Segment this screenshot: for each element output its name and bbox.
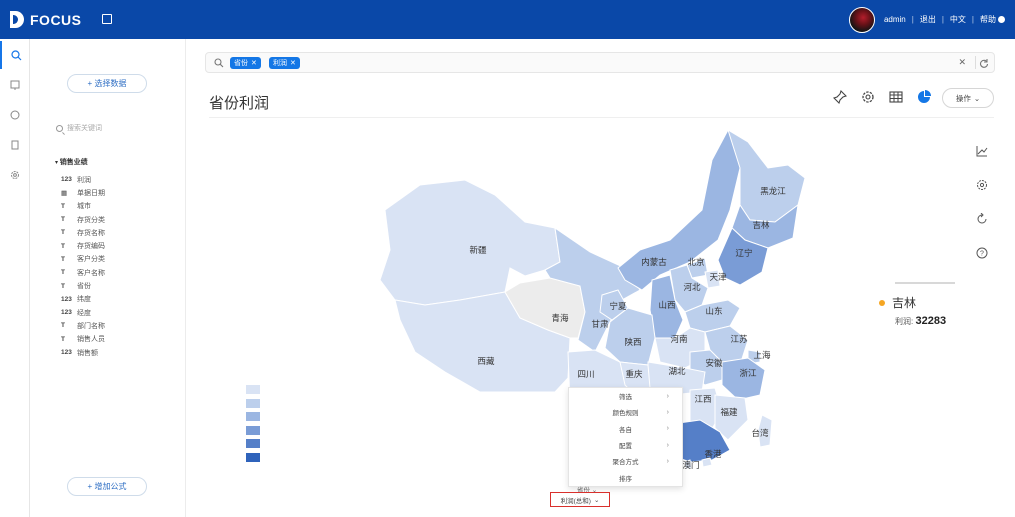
menu-item-color-rule[interactable]: 颜色规则 ›	[569, 404, 682, 420]
legend-swatch[interactable]	[246, 439, 260, 448]
chevron-down-icon: ⌄	[593, 496, 600, 504]
legend-swatch[interactable]	[246, 425, 260, 435]
measure-label: 利润(总和)	[560, 497, 591, 505]
china-map: 新疆西藏 青海甘肃 内蒙古 黑龙江吉林辽宁北京天津河北山西 宁夏陕西 山东河南 江苏安徽 上海…	[379, 128, 806, 470]
region-label: 湖北	[668, 366, 686, 376]
legend-swatch[interactable]	[246, 412, 260, 421]
menu-item-each[interactable]: 各自 ›	[569, 421, 682, 437]
region-label: 江西	[694, 394, 711, 404]
series-dot-icon	[879, 299, 885, 306]
tooltip-title: 吉林	[879, 294, 949, 311]
menu-item-aggregation[interactable]: 聚合方式 ›	[569, 453, 682, 469]
region-label: 内蒙古	[641, 257, 667, 267]
legend-swatch[interactable]	[246, 385, 260, 394]
menu-item-label: 配置	[619, 443, 632, 451]
region-label: 陕西	[624, 337, 641, 347]
region-label: 辽宁	[735, 248, 752, 258]
context-menu: 筛选 › 颜色规则 › 各自 › 配置 › 聚合方式 › 排序	[568, 387, 683, 487]
region-label: 福建	[720, 407, 738, 417]
region-label: 四川	[577, 369, 594, 379]
menu-item-label: 排序	[619, 475, 632, 483]
region-label: 香港	[704, 449, 722, 459]
region-label: 黑龙江	[760, 186, 786, 196]
region-label: 安徽	[705, 358, 723, 368]
menu-item-label: 聚合方式	[612, 459, 639, 467]
menu-item-config[interactable]: 配置 ›	[569, 437, 682, 453]
region-label: 山东	[705, 306, 722, 316]
region-label: 西藏	[477, 356, 495, 366]
region-label: 天津	[709, 272, 727, 282]
region-label: 河北	[683, 282, 701, 292]
region-label: 宁夏	[609, 301, 627, 311]
chevron-right-icon: ›	[666, 425, 669, 433]
region-label: 新疆	[469, 245, 487, 255]
menu-item-label: 各自	[619, 426, 632, 434]
region-label: 澳门	[682, 460, 699, 470]
chevron-right-icon: ›	[666, 408, 669, 416]
chevron-right-icon: ›	[666, 392, 669, 400]
region-label: 青海	[551, 313, 569, 323]
chevron-right-icon: ›	[666, 457, 669, 465]
region-label: 浙江	[739, 368, 757, 378]
region-label: 河南	[670, 334, 687, 344]
region-label: 江苏	[730, 334, 748, 344]
chevron-right-icon: ›	[666, 441, 669, 449]
tooltip-value: 32283	[915, 315, 947, 327]
measure-selector[interactable]: 利润(总和) ⌄	[550, 492, 610, 507]
region-label: 北京	[687, 257, 704, 267]
legend-swatch[interactable]	[246, 398, 260, 408]
region-label: 上海	[753, 350, 771, 360]
region-label: 台湾	[751, 428, 769, 438]
map-tooltip: 吉林 利润: 32283	[879, 282, 955, 327]
region-浙江[interactable]	[721, 357, 766, 401]
tooltip-label: 利润:	[895, 317, 914, 326]
menu-item-label: 筛选	[619, 394, 632, 402]
region-label: 甘肃	[591, 319, 609, 329]
tooltip-region: 吉林	[892, 296, 917, 310]
menu-item-filter[interactable]: 筛选 ›	[569, 388, 682, 404]
tooltip-value-row: 利润: 32283	[895, 315, 949, 327]
region-香港[interactable]	[701, 457, 713, 468]
region-label: 山西	[658, 300, 675, 310]
color-legend	[246, 385, 260, 466]
menu-item-label: 颜色规则	[612, 410, 639, 418]
region-label: 重庆	[625, 369, 643, 379]
region-label: 吉林	[752, 220, 770, 230]
legend-swatch[interactable]	[246, 452, 260, 462]
tooltip-divider	[895, 282, 955, 284]
